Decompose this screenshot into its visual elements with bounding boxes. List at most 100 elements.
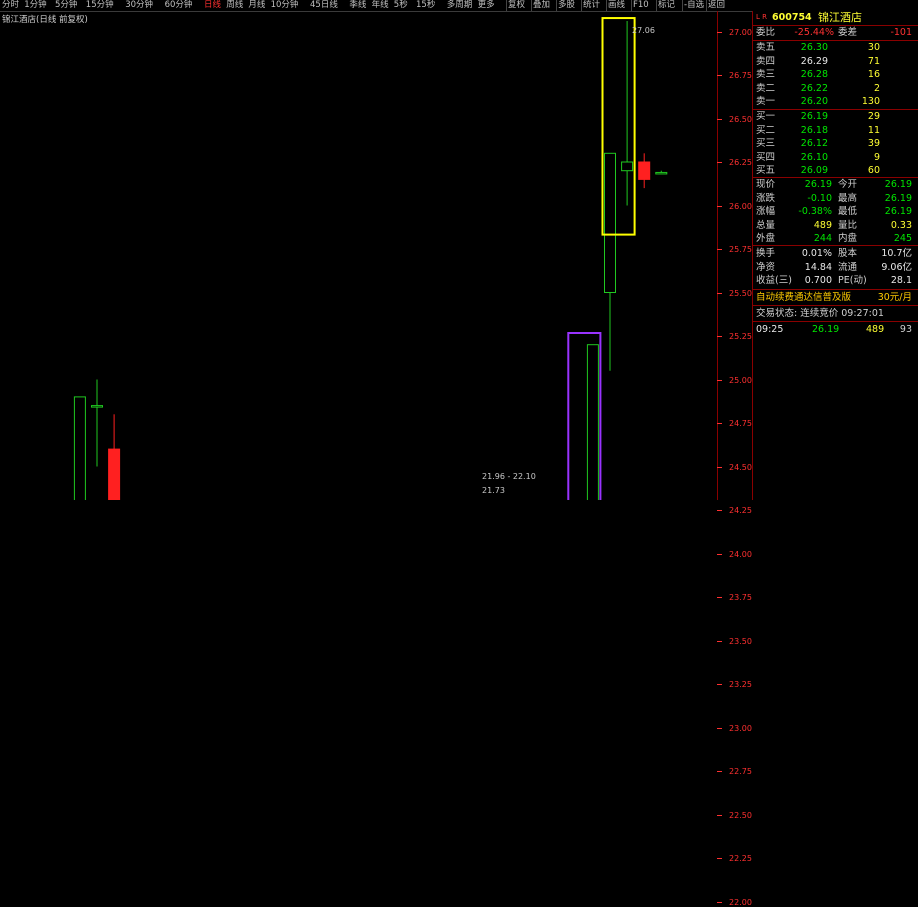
bids-row[interactable]: 买四 26.10 9 — [756, 151, 916, 164]
toolbar-button[interactable]: 多股 — [558, 0, 575, 11]
toolbar-button[interactable]: 复权 — [508, 0, 525, 11]
stats-value: 26.19 — [884, 206, 912, 217]
asks-row[interactable]: 卖四 26.29 71 — [756, 55, 916, 68]
price-tick — [717, 901, 722, 903]
bids-volume: 39 — [867, 138, 880, 149]
period-tab[interactable]: 季线 — [349, 0, 366, 11]
weibi-row: 委比 -25.44% 委差 -101 — [756, 26, 916, 39]
stats-row: 现价 26.19 今开 26.19 — [756, 178, 916, 191]
stats-label: 涨幅 — [756, 206, 776, 217]
price-tick — [717, 292, 722, 294]
stats-value: -0.38% — [798, 206, 832, 217]
period-tab[interactable]: 15分钟 — [86, 0, 114, 11]
asks-label: 卖一 — [756, 96, 776, 107]
price-tick-label: 23.00 — [729, 723, 752, 733]
asks-label: 卖五 — [756, 42, 776, 53]
stats2-value: 0.700 — [804, 275, 832, 286]
toolbar-separator — [581, 0, 582, 11]
period-tab[interactable]: 周线 — [226, 0, 243, 11]
weicha-label: 委差 — [838, 27, 858, 38]
stats-row: 涨幅 -0.38% 最低 26.19 — [756, 205, 916, 218]
price-tick — [717, 771, 722, 772]
price-tick-label: 24.00 — [729, 549, 752, 559]
promo-row[interactable]: 自动续费通达信普及版 30元/月 — [756, 291, 916, 304]
asks-row[interactable]: 卖五 26.30 30 — [756, 41, 916, 54]
low-price-label: 21.73 — [482, 486, 505, 495]
period-tab[interactable]: 分时 — [2, 0, 19, 11]
period-tab[interactable]: 日线 — [204, 0, 221, 11]
bids-row[interactable]: 买一 26.19 29 — [756, 110, 916, 123]
price-tick-label: 24.75 — [729, 419, 752, 428]
period-tab[interactable]: 多周期 — [447, 0, 473, 11]
bids-row[interactable]: 买二 26.18 11 — [756, 124, 916, 137]
promo-text[interactable]: 自动续费通达信普及版 — [756, 291, 851, 304]
stats-label: 外盘 — [756, 233, 776, 244]
stats-row: 总量 489 量比 0.33 — [756, 219, 916, 232]
toolbar-button[interactable]: 标记 — [658, 0, 675, 11]
period-tab[interactable]: 更多 — [478, 0, 495, 11]
bids-row[interactable]: 买五 26.09 60 — [756, 164, 916, 177]
period-tab[interactable]: 5分钟 — [55, 0, 77, 11]
toolbar-separator — [706, 0, 707, 11]
period-tab[interactable]: 年线 — [372, 0, 389, 11]
bids-label: 买一 — [756, 111, 776, 122]
period-tab[interactable]: 1分钟 — [24, 0, 46, 11]
period-tab[interactable]: 15秒 — [416, 0, 435, 11]
toolbar-button[interactable]: 叠加 — [533, 0, 550, 11]
trade-state: 交易状态: 连续竞价 09:27:01 — [756, 307, 916, 320]
weibi-label: 委比 — [756, 27, 776, 38]
price-tick-label: 24.25 — [729, 506, 752, 515]
stats2-row: 净资 14.84 流通 9.06亿 — [756, 261, 916, 274]
toolbar-button[interactable]: 返回 — [708, 0, 725, 11]
stats2-row: 收益(三) 0.700 PE(动) 28.1 — [756, 274, 916, 287]
asks-row[interactable]: 卖二 26.22 2 — [756, 82, 916, 95]
period-tab[interactable]: 45日线 — [310, 0, 338, 11]
price-tick-label: 27.00 — [729, 27, 752, 37]
period-tab[interactable]: 30分钟 — [125, 0, 153, 11]
price-tick-label: 23.75 — [729, 593, 752, 602]
price-tick — [717, 205, 722, 207]
period-tab[interactable]: 5秒 — [394, 0, 408, 11]
price-tick — [717, 640, 722, 642]
bids-volume: 60 — [867, 165, 880, 176]
toolbar-button[interactable]: 画线 — [608, 0, 625, 11]
stats-label: 内盘 — [838, 233, 858, 244]
toolbar-separator — [556, 0, 557, 11]
tick-time: 09:25 — [756, 324, 784, 335]
stats2-label: 流通 — [838, 261, 858, 273]
price-tick-label: 24.50 — [729, 462, 752, 472]
candle-body — [655, 171, 668, 175]
candle-body — [91, 405, 103, 408]
stock-name[interactable]: 锦江酒店 — [818, 11, 862, 24]
tick-row: 09:25 26.19 489 93 — [756, 323, 916, 336]
price-tick — [717, 597, 722, 598]
toolbar-button[interactable]: F10 — [633, 0, 649, 11]
period-tab[interactable]: 10分钟 — [271, 0, 299, 11]
period-tab[interactable]: 月线 — [248, 0, 265, 11]
asks-label: 卖三 — [756, 69, 776, 80]
toolbar-button[interactable]: 统计 — [583, 0, 600, 11]
toolbar-separator — [606, 0, 607, 11]
stats2-row: 换手 0.01% 股本 10.7亿 — [756, 247, 916, 260]
stats-value: 245 — [893, 233, 912, 244]
stats2-label: 收益(三) — [756, 275, 792, 286]
price-tick — [717, 75, 722, 76]
asks-volume: 130 — [861, 96, 880, 107]
bids-row[interactable]: 买三 26.12 39 — [756, 137, 916, 150]
asks-row[interactable]: 卖一 26.20 130 — [756, 95, 916, 108]
toolbar-button[interactable]: -自选 — [684, 0, 704, 11]
candle-body — [586, 344, 599, 500]
promo-price[interactable]: 30元/月 — [878, 291, 912, 304]
asks-label: 卖二 — [756, 82, 776, 94]
stock-code: 600754 — [772, 12, 812, 23]
candle-body — [108, 448, 121, 500]
price-tick-label: 25.00 — [729, 375, 752, 385]
period-tab[interactable]: 60分钟 — [165, 0, 193, 11]
candlestick-chart[interactable] — [0, 11, 717, 500]
stats2-value: 28.1 — [890, 275, 912, 286]
price-tick — [717, 423, 722, 424]
stats-value: -0.10 — [807, 192, 832, 204]
stats-label: 涨跌 — [756, 192, 776, 204]
toolbar-separator — [506, 0, 507, 11]
asks-row[interactable]: 卖三 26.28 16 — [756, 68, 916, 81]
